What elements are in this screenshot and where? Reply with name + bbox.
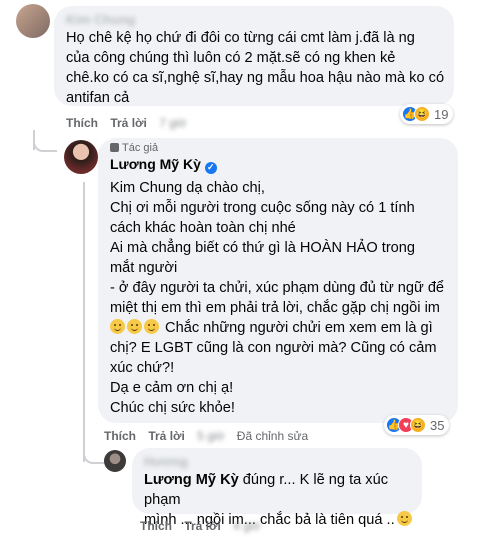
laughing-emoji-icon <box>396 511 412 526</box>
commenter-avatar[interactable] <box>16 4 50 38</box>
reply-time[interactable]: 5 giờ <box>197 429 224 443</box>
reply-bubble: Tác giả Lương Mỹ Kỳ ✓ Kim Chung dạ chào … <box>98 138 458 423</box>
comment-author[interactable]: Kim Chung <box>66 12 135 27</box>
like-button[interactable]: Thích <box>104 429 136 443</box>
reply-button[interactable]: Trả lời <box>184 519 221 533</box>
reply-button[interactable]: Trả lời <box>110 116 147 130</box>
reply-actions: Thích Trả lời 5 giờ Đã chỉnh sửa <box>104 429 317 443</box>
comment-reactions[interactable]: 👍 😆 19 <box>400 104 454 124</box>
haha-reaction-icon: 😆 <box>414 106 430 122</box>
reply-text-greeting: Kim Chung dạ chào chị, Chị ơi mỗi người … <box>110 180 415 236</box>
like-button[interactable]: Thích <box>66 116 98 130</box>
reply2-time[interactable]: 4 giờ <box>233 519 260 533</box>
reply-author[interactable]: Lương Mỹ Kỳ <box>110 156 201 172</box>
author-badge: Tác giả <box>110 142 158 154</box>
mention-link[interactable]: Lương Mỹ Kỳ <box>144 472 239 488</box>
badge-icon <box>110 143 119 152</box>
thread-line-curve <box>33 140 57 152</box>
comment-text: Họ chê kệ họ chứ đi đôi co từng cái cmt … <box>66 30 445 106</box>
comment-bubble: Kim Chung Họ chê kệ họ chứ đi đôi co từn… <box>54 6 454 106</box>
reply-reactions[interactable]: 👍 ♥ 😆 35 <box>384 415 450 435</box>
comment-actions: Thích Trả lời 7 giờ <box>66 116 195 130</box>
smile-emoji-icon <box>144 319 159 334</box>
thread-line-reply <box>83 182 85 462</box>
reaction-count: 35 <box>430 417 445 433</box>
edited-label[interactable]: Đã chỉnh sửa <box>237 429 308 443</box>
reply-button[interactable]: Trả lời <box>148 429 185 443</box>
verified-icon: ✓ <box>204 161 217 174</box>
smile-emoji-icon <box>127 319 142 334</box>
reply2-bubble: Hương Lương Mỹ Kỳ đúng r... K lẽ ng ta x… <box>132 448 422 528</box>
reaction-count: 19 <box>434 106 449 122</box>
author-avatar[interactable] <box>64 140 98 174</box>
like-button[interactable]: Thích <box>140 519 172 533</box>
thread-line-reply-curve <box>83 450 105 464</box>
reply-author-row: Lương Mỹ Kỳ ✓ <box>110 156 217 174</box>
comment-time[interactable]: 7 giờ <box>159 116 186 130</box>
reply-text-body: Ai mà chẳng biết có thứ gì là HOÀN HẢO t… <box>110 240 445 376</box>
reply-text-closing: Dạ e cảm ơn chị ạ! Chúc chị sức khỏe! <box>110 380 235 416</box>
smile-emoji-icon <box>110 319 125 334</box>
reply2-actions: Thích Trả lời 4 giờ <box>140 519 269 533</box>
reply2-avatar[interactable] <box>104 450 126 472</box>
reply2-author[interactable]: Hương <box>144 454 188 469</box>
haha-reaction-icon: 😆 <box>410 417 426 433</box>
